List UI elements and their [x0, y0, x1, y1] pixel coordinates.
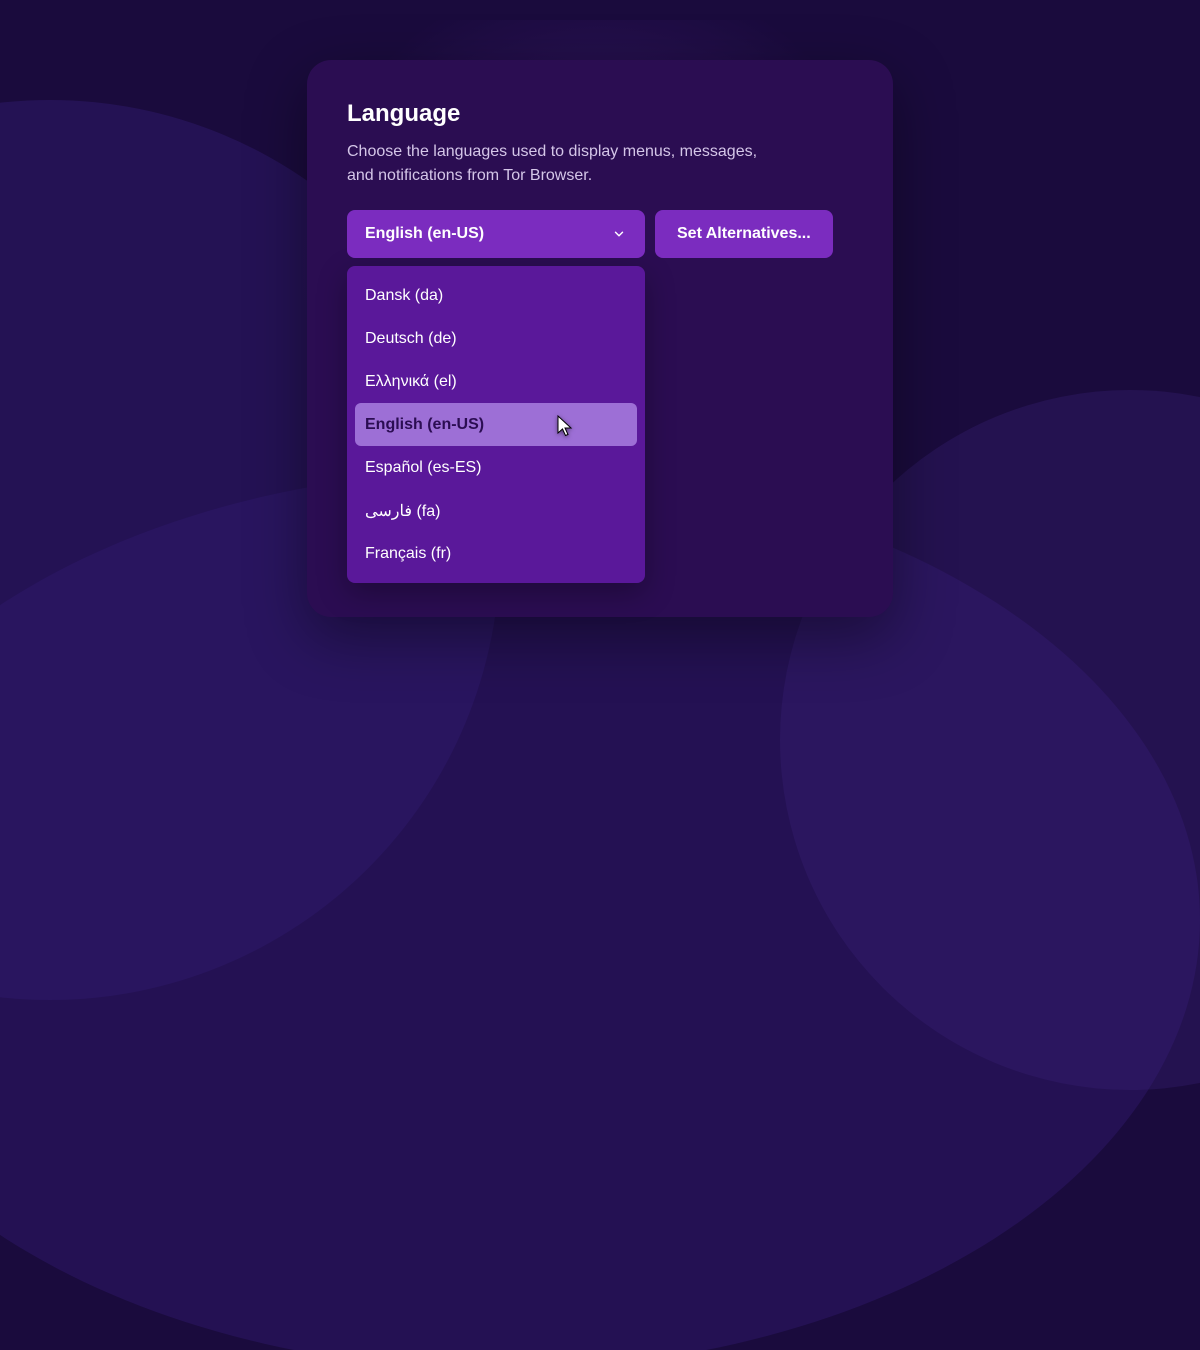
dropdown-item-french[interactable]: Français (fr)	[347, 532, 645, 575]
dropdown-item-spanish[interactable]: Español (es-ES)	[347, 446, 645, 489]
controls-row: English (en-US) Set Alternatives...	[347, 210, 853, 258]
language-settings-panel: Language Choose the languages used to di…	[307, 60, 893, 617]
dropdown-item-label: Español (es-ES)	[365, 459, 482, 477]
language-dropdown-menu: Dansk (da) Deutsch (de) Ελληνικά (el) En…	[347, 266, 645, 583]
dropdown-item-label: Deutsch (de)	[365, 330, 457, 348]
alternatives-button-label: Set Alternatives...	[677, 225, 811, 243]
dropdown-item-label: Français (fr)	[365, 545, 451, 563]
dropdown-item-greek[interactable]: Ελληνικά (el)	[347, 360, 645, 403]
set-alternatives-button[interactable]: Set Alternatives...	[655, 210, 833, 258]
chevron-down-icon	[611, 226, 627, 242]
language-dropdown-button[interactable]: English (en-US)	[347, 210, 645, 258]
dropdown-item-deutsch[interactable]: Deutsch (de)	[347, 317, 645, 360]
panel-title: Language	[347, 100, 853, 128]
dropdown-item-english[interactable]: English (en-US)	[355, 403, 637, 446]
dropdown-selected-label: English (en-US)	[365, 225, 484, 243]
dropdown-item-label: Ελληνικά (el)	[365, 373, 457, 391]
dropdown-item-farsi[interactable]: فارسی (fa)	[347, 489, 645, 532]
dropdown-item-label: English (en-US)	[365, 416, 484, 434]
panel-description: Choose the languages used to display men…	[347, 140, 787, 188]
dropdown-item-label: Dansk (da)	[365, 287, 443, 305]
dropdown-item-dansk[interactable]: Dansk (da)	[347, 274, 645, 317]
dropdown-item-label: فارسی (fa)	[365, 501, 440, 521]
